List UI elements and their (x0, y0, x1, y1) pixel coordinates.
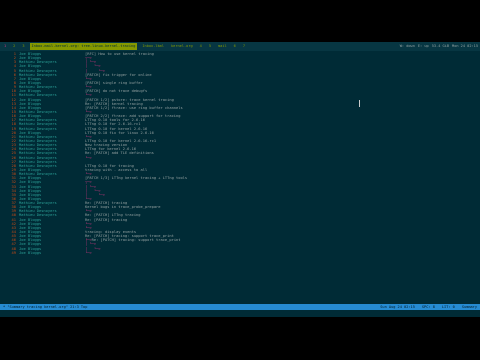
system-indicator: E: up (417, 44, 429, 48)
mail-sender: Joe Bloggs (19, 250, 42, 255)
mail-index[interactable]: 1 Joe Bloggs [RFC] How to use kernel traci… (0, 51, 480, 304)
system-indicators: W: down E: up 53.4 GiB Mon 24 02:15 (400, 43, 478, 50)
text-cursor-icon (358, 100, 360, 107)
thread-tree: └─> (85, 155, 92, 160)
mail-subject: [PATCH 1/2] ftrace: use ring buffer chan… (85, 105, 183, 110)
mail-subject: Re: [PATCH] tracing: support trace_print (91, 238, 181, 243)
workspace-tab[interactable]: 3 (20, 43, 26, 50)
mail-subject: [PATCH] do not trace debugfs (85, 89, 148, 94)
terminal-window: 1 2 3 Inbox.mail.kernel.org: tree.linux.ker… (0, 42, 480, 317)
mail-subject: LTTng 0.10 fix for linux 2.6.16 (85, 130, 154, 135)
thread-tree: └─> (85, 250, 92, 255)
mail-index-number: 49 (11, 250, 16, 255)
system-indicator: Mon 24 02:15 (452, 44, 478, 48)
status-left: * "Summary tracing kernel.org" 21:3 Top (3, 305, 88, 309)
status-field: SPC: 8 (421, 305, 435, 309)
system-indicator: 53.4 GiB (431, 44, 450, 48)
mail-subject: tracing with - access to all (85, 167, 148, 172)
mail-subject: [PATCH 1/3] LTTng kernel tracing + LTTng… (85, 176, 188, 181)
status-field: Summary (461, 305, 477, 309)
command-line[interactable] (0, 310, 480, 317)
mail-subject: Re: [PATCH] add TLE definitions (85, 151, 154, 156)
workspace-tab[interactable]: 1 (2, 43, 8, 50)
workspace-bar: 1 2 3 Inbox.mail.kernel.org: tree.linux.ker… (0, 42, 480, 51)
mail-subject: Kernel bugs in trace_probe_prepare (85, 205, 161, 210)
letterbox-bottom (0, 317, 480, 360)
status-field: Sun Aug 24 02:15 (380, 305, 415, 309)
status-right: Sun Aug 24 02:15 SPC: 8 LIT: 0 Summary (380, 305, 480, 309)
workspace-tabs: 1 2 3 Inbox.mail.kernel.org: tree.linux.ker… (0, 42, 247, 51)
letterbox-top (0, 0, 480, 42)
mail-subject: [PATCH] single ring buffer (85, 80, 143, 85)
mail-subject: [RFC] How to use kernel tracing (85, 52, 154, 56)
workspace-tab[interactable]: 4 (198, 43, 204, 50)
workspace-tab[interactable]: 5 (207, 43, 213, 50)
system-indicator: W: down (399, 44, 415, 48)
workspace-tab[interactable]: 7 (241, 43, 247, 50)
workspace-tab[interactable]: kernel.org (169, 43, 195, 50)
workspace-tab[interactable]: Inbox.lkml (140, 43, 166, 50)
workspace-tab[interactable]: Inbox.mail.kernel.org: tree.linux.kernel… (29, 43, 138, 50)
mail-row[interactable]: 49 Joe Bloggs └─> (2, 251, 480, 255)
workspace-tab[interactable]: 2 (11, 43, 17, 50)
status-field: LIT: 0 (441, 305, 455, 309)
workspace-tab[interactable]: mail (216, 43, 229, 50)
mail-subject: [PATCH] fix trigger for online (85, 72, 152, 77)
workspace-tab[interactable]: 6 (232, 43, 238, 50)
